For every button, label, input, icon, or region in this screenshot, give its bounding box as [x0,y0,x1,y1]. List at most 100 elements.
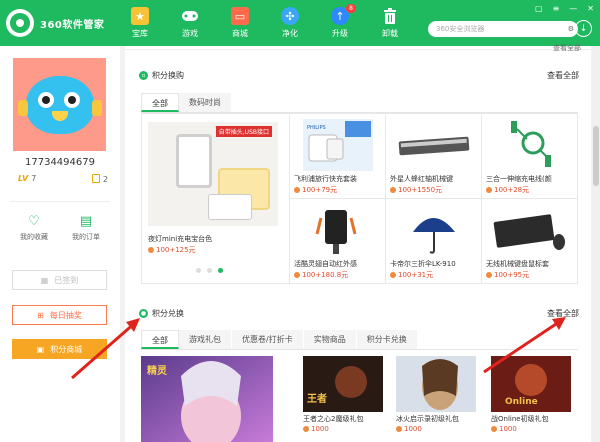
charging-cable-image [491,119,569,171]
game-gift-row: 精灵 王者 王者之心2魔级礼包 1000 冰火启示录初级礼包 1000 Onli… [141,354,578,442]
my-favorites-link[interactable]: ♡ 我的收藏 [10,214,58,242]
nav-item-uninstall[interactable]: 卸载 [365,0,415,46]
alienware-keyboard-image [395,119,473,171]
lottery-label: 每日抽奖 [49,310,82,320]
tab-game-gifts[interactable]: 游戏礼包 [179,330,232,349]
previous-view-all-link[interactable]: 查看全部 [553,43,581,53]
tab-all[interactable]: 全部 [141,93,179,112]
signin-label: 已签到 [54,275,79,285]
mascot-eye [37,91,54,108]
svg-text:精灵: 精灵 [147,364,168,377]
tab-points-card[interactable]: 积分卡兑换 [356,330,418,349]
tab-digital-fashion[interactable]: 数码时尚 [179,93,232,112]
nav-label: 游戏 [182,29,198,38]
app-logo-icon [6,9,34,37]
download-icon[interactable]: ↓ [575,20,592,37]
carousel-dot[interactable] [196,268,201,273]
nav-label: 商城 [232,29,248,38]
cart-icon: ▫ [139,71,148,80]
mascot-ear [91,99,102,116]
nav-item-mall[interactable]: ▭ 商城 [215,0,265,46]
game-gift-price: 1000 [396,425,422,433]
product-card[interactable]: 活酷灵翅自动红外感 100+180.8元 [290,199,386,284]
points-redeem-title: ● 积分兑换 [139,308,184,319]
product-price: 100+1550元 [390,185,442,195]
product-card[interactable]: 三合一伸缩充电线(颜 100+28元 [482,114,578,199]
shop-icon: ▣ [36,344,45,354]
document-icon: ▤ [79,214,93,229]
nav-item-treasure[interactable]: ★ 宝库 [115,0,165,46]
browser-search-input[interactable]: 360安全浏览器 ⚙ [428,21,578,37]
my-orders-link[interactable]: ▤ 我的订单 [62,214,110,242]
coin-icon [486,186,492,193]
bag-icon: ▭ [231,7,249,25]
product-name: 飞利浦旅行快充套装 [294,175,357,183]
product-price: 100+180.8元 [294,270,348,280]
umbrella-image [395,204,473,256]
points-redeem-view-all[interactable]: 查看全部 [547,308,579,319]
product-name: 三合一伸缩充电线(颜 [486,175,552,183]
main-scrollbar[interactable] [592,46,600,442]
coin-icon [390,271,396,278]
user-coins: 2 [91,174,108,184]
level-icon: LV [18,174,29,183]
tab-all[interactable]: 全部 [141,330,179,349]
avatar[interactable] [13,58,106,151]
mascot-ear [17,99,28,116]
product-price: 100+28元 [486,185,529,195]
coin-value: 2 [102,175,108,184]
coin-icon [491,425,497,432]
product-card[interactable]: 卡帝尔三折伞LK-910 100+31元 [386,199,482,284]
points-buy-view-all[interactable]: 查看全部 [547,70,579,81]
app-title: 360软件管家 [40,19,105,31]
nav-item-games[interactable]: 游戏 [165,0,215,46]
nav-label: 卸载 [382,29,398,38]
product-card[interactable]: PHILIPS 飞利浦旅行快充套装 100+79元 [290,114,386,199]
carousel-dot[interactable] [207,268,212,273]
window-controls: ▢ ≡ — ✕ [535,4,594,13]
tab-physical-goods[interactable]: 实物商品 [303,330,357,349]
product-name: 外星人蜂红轴机械键 [390,175,453,183]
mascot-eye [63,91,80,108]
mascot-beak [51,110,68,121]
trash-icon [381,7,399,25]
featured-game-art: 精灵 [141,356,273,442]
minimize-icon[interactable]: — [569,4,577,13]
coin-icon [91,174,100,183]
carousel-dot-active[interactable] [218,268,223,273]
coin-icon [294,186,300,193]
wireless-keyboard-mouse-image [491,204,569,256]
car-phone-holder-image [299,204,377,256]
product-price: 100+79元 [294,185,337,195]
menu-icon[interactable]: ≡ [553,4,560,13]
signin-button[interactable]: ▦ 已签到 [12,270,107,290]
tab-coupons[interactable]: 优惠卷/打折卡 [232,330,304,349]
nav-label: 净化 [282,29,298,38]
calendar-icon: ▦ [40,275,49,285]
coin-icon [486,271,492,278]
main-nav: ★ 宝库 游戏 ▭ 商城 ✣ 净化 ↑ 8 升级 卸载 [115,0,415,46]
game-gift-name: 王者之心2魔级礼包 [303,415,364,423]
sidebar: 17734494679 LV 7 2 ♡ 我的收藏 ▤ 我的订单 ▦ 已签到 ⊞ … [0,46,120,442]
browser-input-placeholder: 360安全浏览器 [436,25,485,33]
nav-item-purify[interactable]: ✣ 净化 [265,0,315,46]
points-mall-button[interactable]: ▣ 积分商城 [12,339,107,359]
product-price: 100+95元 [486,270,529,280]
product-card[interactable]: 外星人蜂红轴机械键 100+1550元 [386,114,482,199]
nav-item-upgrade[interactable]: ↑ 8 升级 [315,0,365,46]
war-online-art: Online [491,356,571,412]
quick-links: ♡ 我的收藏 ▤ 我的订单 [10,214,110,242]
svg-text:Online: Online [505,397,538,407]
close-icon[interactable]: ✕ [587,4,594,13]
gear-icon[interactable]: ⚙ [568,25,574,33]
product-card[interactable]: 无线机械键盘鼠标套 100+95元 [482,199,578,284]
skin-icon[interactable]: ▢ [535,4,543,13]
fan-icon: ✣ [281,7,299,25]
feature-name: 夜灯mini充电宝台色 [148,235,213,243]
scrollbar-thumb[interactable] [593,126,599,186]
svg-text:王者: 王者 [307,392,327,405]
star-icon: ★ [131,7,149,25]
featured-product[interactable]: 自带插头,USB接口 夜灯mini充电宝台色 100+125元 [142,114,290,285]
points-redeem-tabs: 全部 游戏礼包 优惠卷/打折卡 实物商品 积分卡兑换 [141,330,578,350]
daily-lottery-button[interactable]: ⊞ 每日抽奖 [12,305,107,325]
